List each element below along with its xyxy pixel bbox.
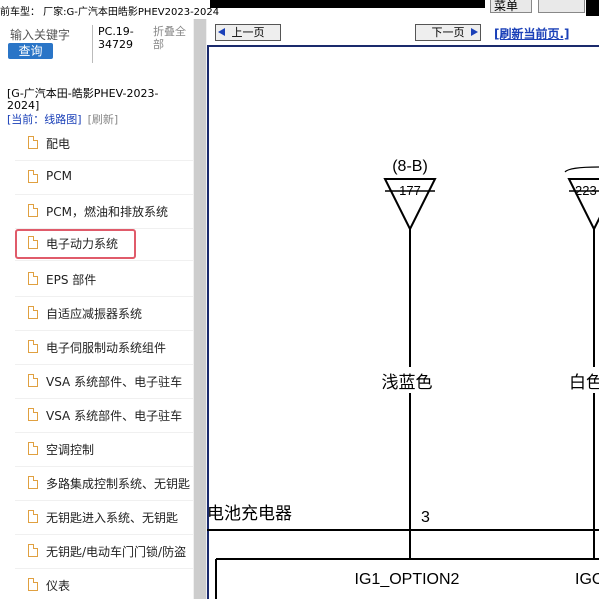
tree-item-label: 空调控制 xyxy=(46,443,95,457)
document-icon xyxy=(28,578,38,591)
document-icon xyxy=(28,204,38,217)
wiring-diagram: (8-B) 177 223 浅蓝色 白色 电池充电器 3 IG1_OPTION2… xyxy=(207,158,599,599)
corner-tab xyxy=(586,0,599,16)
document-icon xyxy=(28,408,38,421)
tree-item-label: 无钥匙/电动车门门锁/防盗 xyxy=(46,545,187,559)
current-view: [当前：线路图] [刷新] xyxy=(7,111,118,127)
document-icon xyxy=(28,136,38,149)
tree-item-label: PCM，燃油和排放系统 xyxy=(46,205,168,219)
tree-item-label: 配电 xyxy=(46,137,71,151)
tree-item[interactable]: 空调控制 xyxy=(15,432,193,467)
tree-item[interactable]: VSA 系统部件、电子驻车 xyxy=(15,398,193,433)
document-icon xyxy=(28,374,38,387)
connector-pin-number: 177 xyxy=(399,183,421,198)
document-icon xyxy=(28,544,38,557)
query-button[interactable]: 查询 xyxy=(8,43,53,59)
tree-item-selected[interactable]: 电子动力系统 xyxy=(15,226,193,261)
tree-item[interactable]: VSA 系统部件、电子驻车 xyxy=(15,364,193,399)
connector-pin-number: 223 xyxy=(575,183,597,198)
document-icon xyxy=(28,442,38,455)
diagram-pane: 上一页 下一页 [刷新当前页.] (8-B) 177 223 浅蓝色 白色 电池… xyxy=(207,19,599,599)
tree-item-label: VSA 系统部件、电子驻车 xyxy=(46,375,183,389)
document-icon xyxy=(28,510,38,523)
tree-item-label: EPS 部件 xyxy=(46,273,97,287)
tree-item-label: 电子伺服制动系统组件 xyxy=(46,341,167,355)
tree-item-label: PCM xyxy=(46,169,72,183)
title-bar: 前车型： 厂家:G-广汽本田皓影PHEV2023-2024 菜单 xyxy=(0,0,599,19)
divider xyxy=(92,25,93,63)
toolbar-tab[interactable] xyxy=(538,0,585,13)
document-icon xyxy=(28,476,38,489)
search-area: 输入关键字 查询 PC.19-34729 折叠全部 xyxy=(0,19,193,71)
scrollbar-thumb[interactable] xyxy=(194,19,206,599)
tree-item[interactable]: 仪表 xyxy=(15,568,193,599)
document-icon xyxy=(28,170,38,183)
tree-item[interactable]: PCM，燃油和排放系统 xyxy=(15,194,193,229)
current-view-label: [当前：线路图] xyxy=(7,113,82,126)
document-icon xyxy=(28,236,38,249)
tree-item-label: 自适应减振器系统 xyxy=(46,307,143,321)
fold-all-link[interactable]: 折叠全部 xyxy=(153,25,193,51)
connector-bracket xyxy=(564,166,599,173)
terminal-label: IG1_OPTION2 xyxy=(355,571,460,588)
pc-code: PC.19-34729 xyxy=(98,25,134,51)
tree-item-label: 仪表 xyxy=(46,579,71,593)
tree-item[interactable]: 无钥匙/电动车门门锁/防盗 xyxy=(15,534,193,569)
document-icon xyxy=(28,306,38,319)
refresh-link[interactable]: [刷新] xyxy=(88,113,119,126)
pin-number: 3 xyxy=(421,509,430,526)
component-name: 电池充电器 xyxy=(207,504,292,523)
document-icon xyxy=(28,340,38,353)
left-panel-scrollbar[interactable] xyxy=(193,19,207,599)
wire-color-label: 白色 xyxy=(569,373,599,392)
wire-color-label: 浅蓝色 xyxy=(382,373,433,392)
tree-item-label: VSA 系统部件、电子驻车 xyxy=(46,409,183,423)
tree-item[interactable]: 无钥匙进入系统、无钥匙 xyxy=(15,500,193,535)
tree-item-label: 无钥匙进入系统、无钥匙 xyxy=(46,511,179,525)
tree-item-label: 多路集成控制系统、无钥匙 xyxy=(46,477,191,491)
window-title: 前车型： 厂家:G-广汽本田皓影PHEV2023-2024 xyxy=(0,7,220,18)
document-icon xyxy=(28,272,38,285)
keyword-input-label[interactable]: 输入关键字 xyxy=(10,26,70,43)
tree-item-label: 电子动力系统 xyxy=(46,237,119,251)
tree-item[interactable]: EPS 部件 xyxy=(15,262,193,297)
vehicle-name: [G-广汽本田-皓影PHEV-2023-2024] xyxy=(7,87,159,112)
connector-ref-label: (8-B) xyxy=(392,158,428,175)
terminal-label: IGO xyxy=(575,571,599,588)
menu-tab-label[interactable]: 菜单 xyxy=(494,0,518,14)
tree-item[interactable]: 自适应减振器系统 xyxy=(15,296,193,331)
tree-item[interactable]: 多路集成控制系统、无钥匙 xyxy=(15,466,193,501)
title-bar-dark-region xyxy=(210,0,485,8)
tree-item[interactable]: PCM xyxy=(15,160,193,195)
tree-item[interactable]: 配电 xyxy=(15,126,193,161)
left-panel: 输入关键字 查询 PC.19-34729 折叠全部 [G-广汽本田-皓影PHEV… xyxy=(0,19,193,599)
tree-item[interactable]: 电子伺服制动系统组件 xyxy=(15,330,193,365)
